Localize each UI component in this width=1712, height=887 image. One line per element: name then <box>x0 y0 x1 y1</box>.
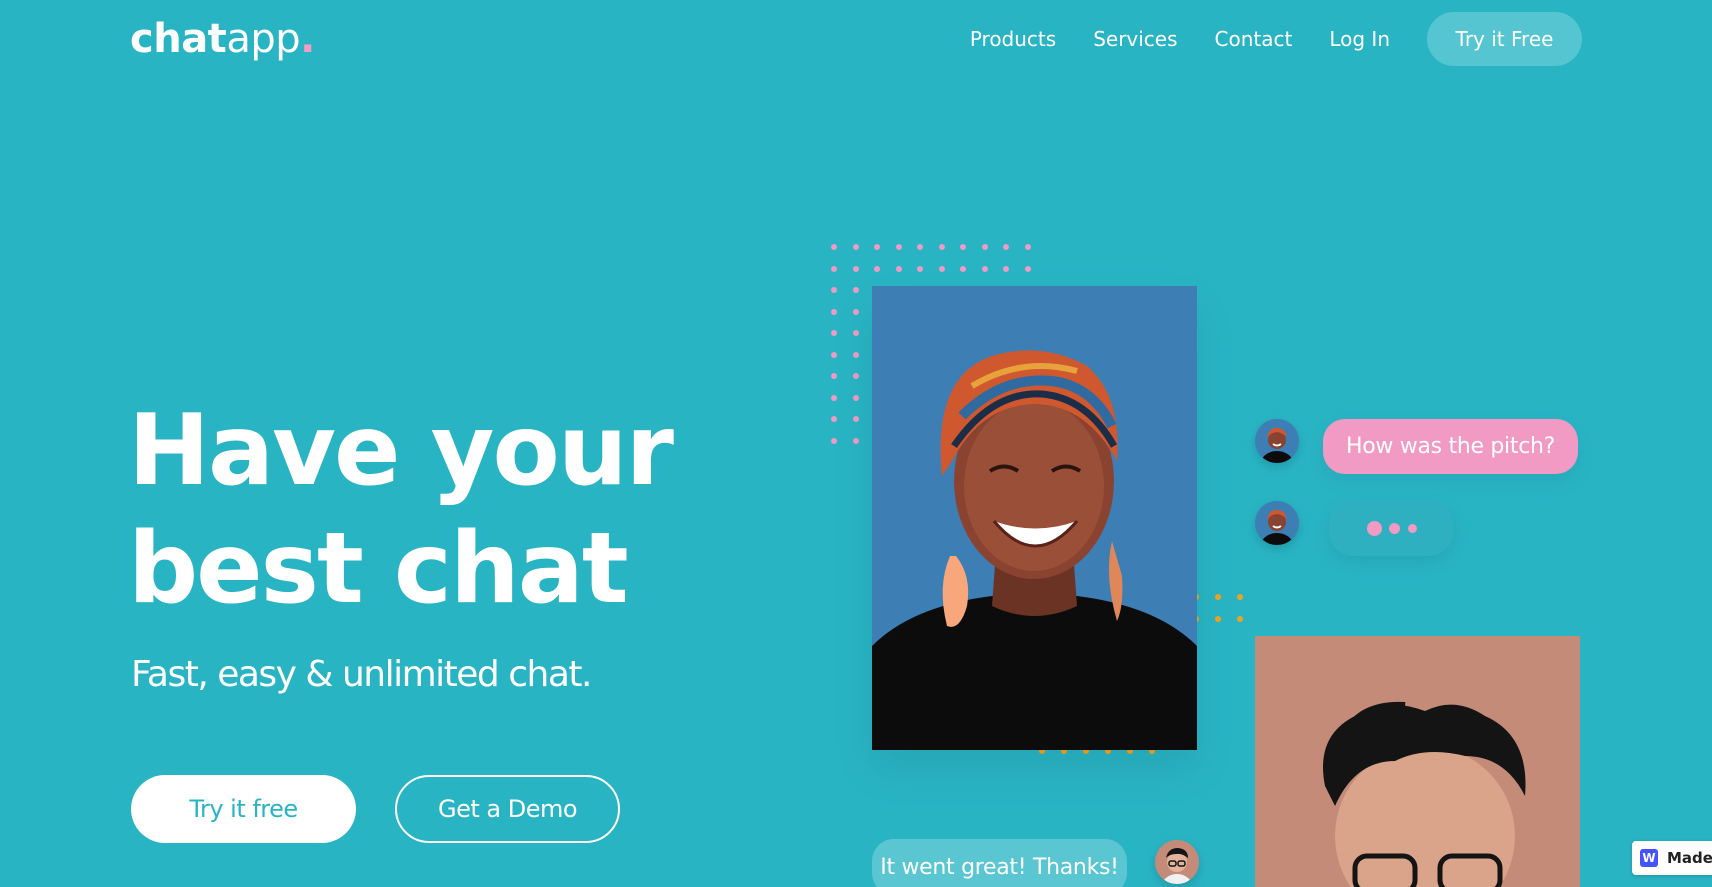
pattern-dot <box>852 351 859 358</box>
get-demo-button[interactable]: Get a Demo <box>395 775 620 843</box>
avatar-woman-icon-typing <box>1255 501 1299 545</box>
woman-illustration <box>872 286 1197 750</box>
pattern-dot <box>831 394 837 401</box>
pattern-dot <box>852 394 859 401</box>
pattern-dot <box>938 244 945 250</box>
typing-dot-1 <box>1367 521 1382 536</box>
logo-bold-text: chat <box>130 16 227 62</box>
main-nav: Products Services Contact Log In Try it … <box>933 12 1582 66</box>
pattern-dot <box>831 330 837 336</box>
logo-light-text: app <box>226 16 301 62</box>
pattern-dot <box>852 330 859 336</box>
pattern-dot <box>917 265 923 272</box>
pattern-dot <box>831 437 837 444</box>
pattern-dot <box>1003 244 1009 250</box>
pattern-dot <box>852 437 859 444</box>
pattern-dot <box>852 287 859 293</box>
typing-avatar <box>1255 501 1299 545</box>
landing-page: chatapp. Products Services Contact Log I… <box>0 0 1712 887</box>
hero-headline-line1: Have your <box>128 394 674 508</box>
pattern-dot <box>917 244 923 250</box>
pattern-dot <box>874 265 880 272</box>
reply-avatar <box>1155 840 1199 884</box>
nav-link-contact[interactable]: Contact <box>1215 27 1293 51</box>
pattern-dot <box>960 265 966 272</box>
chatapp-logo[interactable]: chatapp. <box>130 14 315 64</box>
hero-headline-line2: best chat <box>128 512 629 626</box>
pattern-dot <box>1215 616 1221 622</box>
pattern-dot <box>938 265 945 272</box>
typing-dot-3 <box>1408 524 1417 533</box>
pattern-dot <box>1215 594 1221 600</box>
typing-indicator <box>1329 500 1453 556</box>
nav-link-login[interactable]: Log In <box>1329 27 1390 51</box>
chat-bubble-reply: It went great! Thanks! <box>872 839 1127 887</box>
pattern-dot <box>831 265 837 272</box>
avatar-man-icon <box>1155 840 1199 884</box>
pattern-dot <box>960 244 966 250</box>
made-in-webflow-badge[interactable]: W Made <box>1632 841 1712 875</box>
pattern-dot <box>981 244 988 250</box>
pattern-dot <box>895 244 902 250</box>
pattern-dot <box>852 244 859 250</box>
hero-headline: Have your best chat <box>128 392 674 628</box>
man-photo <box>1255 636 1580 887</box>
avatar-woman-icon <box>1255 419 1299 463</box>
made-badge-label: Made <box>1667 849 1712 867</box>
pattern-dot <box>1237 594 1243 600</box>
pattern-dot <box>852 265 859 272</box>
pattern-dot <box>895 265 902 272</box>
nav-link-products[interactable]: Products <box>970 27 1056 51</box>
pattern-dot <box>831 287 837 293</box>
pattern-dot <box>831 373 837 379</box>
pattern-dot <box>831 244 837 250</box>
nav-link-services[interactable]: Services <box>1093 27 1177 51</box>
pattern-dot <box>831 416 837 422</box>
woman-photo <box>872 286 1197 750</box>
webflow-logo-icon: W <box>1640 849 1658 867</box>
pattern-dot <box>831 351 837 358</box>
try-free-button[interactable]: Try it free <box>131 775 356 843</box>
pattern-dot <box>1237 616 1243 622</box>
pattern-dot <box>981 265 988 272</box>
pattern-dot <box>852 373 859 379</box>
pattern-dot <box>874 244 880 250</box>
man-illustration <box>1255 636 1580 887</box>
nav-try-free-button[interactable]: Try it Free <box>1427 12 1582 66</box>
pattern-dot <box>831 308 837 315</box>
chat-bubble-question: How was the pitch? <box>1323 419 1578 474</box>
logo-dot: . <box>300 16 315 62</box>
pattern-dot <box>1024 265 1031 272</box>
typing-dot-2 <box>1389 523 1400 534</box>
pattern-dot <box>1024 244 1031 250</box>
pattern-dot <box>1003 265 1009 272</box>
sender-avatar <box>1255 419 1299 463</box>
hero-subheadline: Fast, easy & unlimited chat. <box>131 654 592 695</box>
pattern-dot <box>852 308 859 315</box>
pattern-dot <box>852 416 859 422</box>
